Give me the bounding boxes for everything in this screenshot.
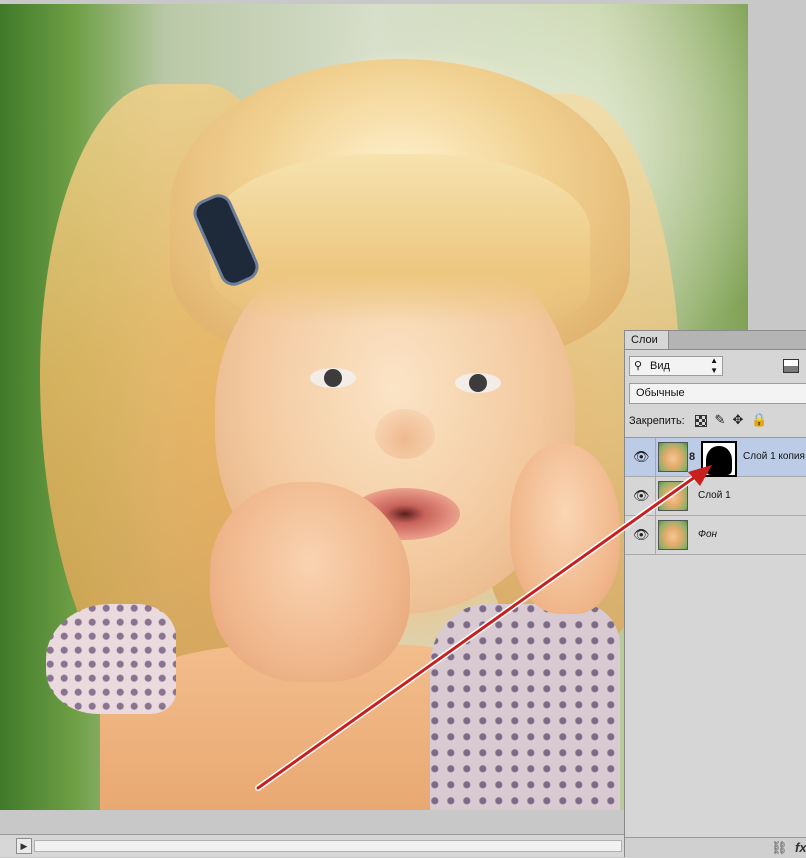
photo-eye-right [455, 373, 501, 393]
scroll-track[interactable] [34, 840, 622, 852]
photo-hand-right [510, 444, 620, 614]
layer-thumbnail[interactable] [658, 520, 688, 550]
fx-icon[interactable]: fx [795, 840, 806, 855]
layer-name: Фон [698, 529, 718, 540]
lock-position-move-icon[interactable]: ✥ [731, 413, 745, 427]
lock-all-icon[interactable]: 🔒 [751, 413, 767, 427]
panel-header: Слои [625, 331, 806, 350]
photo-hand-left [210, 482, 410, 682]
layer-row[interactable]: 👁 Фон [625, 516, 806, 555]
photo-dress [430, 604, 620, 810]
select-arrows-icon: ▲ ▼ [710, 356, 718, 375]
visibility-column[interactable]: 👁 [625, 438, 656, 476]
lock-transparency-icon[interactable] [695, 415, 707, 427]
image-filter-icon[interactable] [783, 359, 799, 373]
layer-name: Слой 1 [698, 490, 731, 501]
layers-list: 👁 8 Слой 1 копия 👁 Слой 1 👁 Фон [625, 437, 806, 838]
mask-link-icon[interactable]: 8 [689, 450, 697, 464]
layer-filter-value: Вид [650, 360, 670, 372]
search-icon: ⚲ [634, 360, 643, 372]
blend-mode-value: Обычные [636, 387, 685, 399]
layer-row[interactable]: 👁 Слой 1 [625, 477, 806, 516]
link-layers-icon[interactable]: ⛓ [771, 840, 788, 856]
lock-label: Закрепить: [629, 415, 685, 427]
layer-filter-row: ⚲ Вид ▲ ▼ [629, 356, 805, 378]
layer-row[interactable]: 👁 8 Слой 1 копия [625, 438, 806, 477]
horizontal-scrollbar[interactable]: ▶ [0, 834, 624, 857]
panel-footer: ⛓ fx [625, 837, 806, 858]
layer-thumbnail[interactable] [658, 481, 688, 511]
visibility-column[interactable]: 👁 [625, 477, 656, 515]
layers-panel: Слои ⚲ Вид ▲ ▼ Обычные Закрепить: ✎ ✥ 🔒 👁… [624, 330, 806, 858]
lock-row: Закрепить: ✎ ✥ 🔒 [629, 413, 805, 431]
scroll-right-arrow-icon[interactable]: ▶ [16, 838, 32, 854]
eye-icon[interactable]: 👁 [633, 450, 650, 464]
blend-mode-select[interactable]: Обычные [629, 383, 806, 404]
eye-icon[interactable]: 👁 [633, 528, 650, 542]
photo-dress-left [46, 604, 176, 714]
layer-filter-select[interactable]: ⚲ Вид ▲ ▼ [629, 356, 723, 376]
photo-eye-left [310, 368, 356, 388]
photo-nose [375, 409, 435, 459]
photo-bangs [210, 154, 590, 324]
layer-thumbnail[interactable] [658, 442, 688, 472]
tab-layers-label: Слои [631, 334, 658, 346]
eye-icon[interactable]: 👁 [633, 489, 650, 503]
tab-layers[interactable]: Слои [625, 331, 669, 349]
lock-pixels-brush-icon[interactable]: ✎ [713, 413, 727, 427]
layer-mask-thumbnail[interactable] [701, 441, 737, 477]
visibility-column[interactable]: 👁 [625, 516, 656, 554]
layer-name: Слой 1 копия [743, 451, 805, 462]
